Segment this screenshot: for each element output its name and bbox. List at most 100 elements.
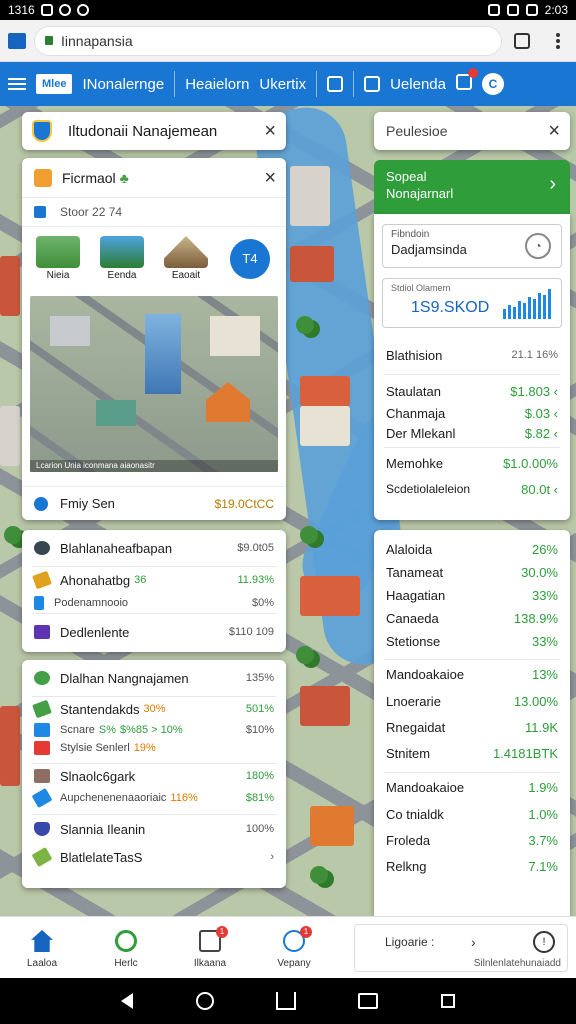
tabs-icon[interactable]	[514, 32, 530, 49]
pencil-icon	[32, 570, 52, 590]
list-item[interactable]: Stylsie Senlerl 19%	[22, 739, 286, 757]
screenshot-icon[interactable]	[358, 993, 379, 1009]
stat-row[interactable]: Co tnialdk 1.0%	[374, 801, 570, 827]
stat-row[interactable]: Chanmaja $.03 ‹	[374, 403, 570, 423]
nav-divider	[174, 71, 176, 97]
url-text: Iinnapansia	[61, 32, 133, 49]
category-lake[interactable]: Eenda	[94, 236, 150, 281]
list-item-label: BlatlelateTasS	[60, 849, 143, 865]
list-item-value: $10%	[245, 724, 274, 736]
stat-row[interactable]: Rnegaidat 11.9K	[374, 714, 570, 740]
home-icon[interactable]	[275, 992, 296, 1010]
stat-row[interactable]: Der Mlekanl $.82 ‹	[374, 423, 570, 443]
chevron-right-icon[interactable]: ›	[270, 851, 274, 863]
bar-chart-icon	[503, 289, 551, 319]
stat-row[interactable]: Memohke $1.0.00%	[374, 448, 570, 478]
nav-item-1[interactable]: INonalernge	[82, 76, 164, 93]
stat-row-label: Co tnialdk	[386, 806, 444, 822]
list-item-label: Slnaolc6gark	[60, 768, 136, 784]
stat-row[interactable]: Tanameat 30.0%	[374, 561, 570, 584]
list-item[interactable]: Aupchenenenaaoriaic 116% $81%	[22, 787, 286, 809]
app-icon[interactable]	[8, 32, 26, 49]
bottom-nav-label: Laaloa	[26, 958, 58, 969]
stat-row[interactable]: Alaloida 26%	[374, 538, 570, 561]
close-icon[interactable]: ×	[548, 121, 560, 141]
book-icon	[34, 769, 50, 783]
stat-row[interactable]: Blathision 21.1 16%	[374, 336, 570, 374]
bottom-nav-home[interactable]: Laaloa	[0, 926, 84, 969]
map-tree	[296, 316, 314, 334]
close-icon[interactable]: ×	[264, 121, 276, 141]
nav-item-2[interactable]: Heaielorn	[185, 76, 249, 93]
stat-row-label: Haagatian	[386, 588, 446, 603]
more-menu-icon[interactable]	[556, 32, 560, 49]
close-icon[interactable]: ×	[264, 168, 276, 188]
bottom-nav-profile[interactable]: 1 Vepany	[252, 926, 336, 969]
list-item[interactable]: Scnare S% $%85 > 10% $10%	[22, 721, 286, 739]
list-item[interactable]: Podenamnooio $0%	[22, 593, 286, 613]
stat-row[interactable]: Stnitem 1.4181BTK	[374, 740, 570, 766]
bank-icon[interactable]	[327, 76, 344, 92]
stat-row-value: 80.0t ‹	[521, 481, 558, 497]
back-icon[interactable]	[121, 993, 134, 1009]
assistant-icon[interactable]	[195, 992, 214, 1010]
stat-row-value: 26%	[531, 542, 558, 557]
info-icon[interactable]: !	[533, 930, 555, 953]
logo[interactable]: Mlee	[36, 74, 73, 94]
list-item[interactable]: Blahlanaheafbapan $9.0t05	[22, 530, 286, 566]
chart-icon	[34, 723, 50, 737]
stat-row[interactable]: Scdetiolaleleion 80.0t ‹	[374, 478, 570, 500]
stat-row[interactable]: Froleda 3.7%	[374, 827, 570, 853]
list-item[interactable]: Slannia Ileanin 100%	[22, 815, 286, 843]
bottom-nav-explore[interactable]: Herlc	[84, 926, 168, 969]
location-field[interactable]: Fibndoin Dadjamsinda ◔	[382, 224, 562, 268]
right-panel-header[interactable]: Sopeal Nonajarnarl ›	[374, 160, 570, 214]
property-footer[interactable]: Fmiy Sen $19.0CtCC	[22, 486, 286, 520]
stat-row[interactable]: Lnoerarie 13.00%	[374, 688, 570, 714]
stat-row-value: 11.9K	[524, 719, 558, 735]
bottom-nav-label: Ilkaana	[193, 958, 227, 969]
user-avatar[interactable]: C	[481, 73, 504, 95]
list-item-label: Ahonahatbg	[60, 572, 131, 588]
category-temple[interactable]: Eaoait	[158, 236, 214, 281]
stat-row-value: 13.00%	[513, 693, 558, 709]
category-selector[interactable]: Ligoarie : › ! Silnlenlatehunaiadd	[354, 923, 568, 972]
list-item-label: Dedlenlente	[60, 624, 130, 640]
alerts-button[interactable]	[455, 68, 478, 94]
list-item[interactable]: Slnaolc6gark 180%	[22, 764, 286, 788]
recents-icon[interactable]	[440, 994, 455, 1008]
list-item[interactable]: BlatlelateTasS ›	[22, 843, 286, 871]
stat-row[interactable]: Relkng 7.1%	[374, 853, 570, 879]
list-item[interactable]: Ahonahatbg 36 11.93%	[22, 567, 286, 593]
property-image[interactable]: Lcarion Unia iconmana aiaonasitr	[30, 296, 278, 472]
stat-row-value: 3.7%	[528, 832, 558, 848]
list-header[interactable]: Dlalhan Nangnajamen 135%	[22, 660, 286, 696]
chevron-right-icon: ›	[549, 173, 556, 195]
gauge-icon[interactable]: ◔	[525, 233, 551, 259]
category-park[interactable]: Nieia	[30, 236, 86, 281]
stat-row[interactable]: Haagatian 33%	[374, 584, 570, 607]
stat-row[interactable]: Mandoakaioe 13%	[374, 660, 570, 688]
stat-row[interactable]: Stetionse 33%	[374, 630, 570, 653]
map-tree	[300, 526, 318, 544]
stat-row[interactable]: Mandoakaioe 1.9%	[374, 773, 570, 801]
image-building	[96, 400, 136, 426]
map-building	[300, 686, 350, 726]
list-item[interactable]: Stantendakds 30% 501%	[22, 697, 286, 721]
action-button[interactable]: T4	[230, 238, 270, 279]
stat-row[interactable]: Staulatan $1.803 ‹	[374, 379, 570, 403]
image-tower	[145, 314, 181, 394]
url-field[interactable]: Iinnapansia	[34, 25, 502, 56]
stat-row[interactable]: Canaeda 138.9%	[374, 607, 570, 630]
map-building	[310, 806, 354, 846]
hamburger-menu-icon[interactable]	[8, 78, 26, 90]
image-caption: Lcarion Unia iconmana aiaonasitr	[30, 460, 278, 472]
nav-item-4[interactable]: Uelenda	[390, 76, 446, 93]
stat-row-label: Froleda	[386, 832, 431, 848]
nav-divider	[353, 71, 355, 97]
pin-icon	[34, 496, 48, 511]
bottom-nav-inbox[interactable]: 1 Ilkaana	[168, 926, 252, 969]
list-item[interactable]: Dedlenlente $110 109	[22, 614, 286, 650]
nav-item-3[interactable]: Ukertix	[259, 76, 306, 93]
list-item-label: Stantendakds	[60, 701, 140, 717]
